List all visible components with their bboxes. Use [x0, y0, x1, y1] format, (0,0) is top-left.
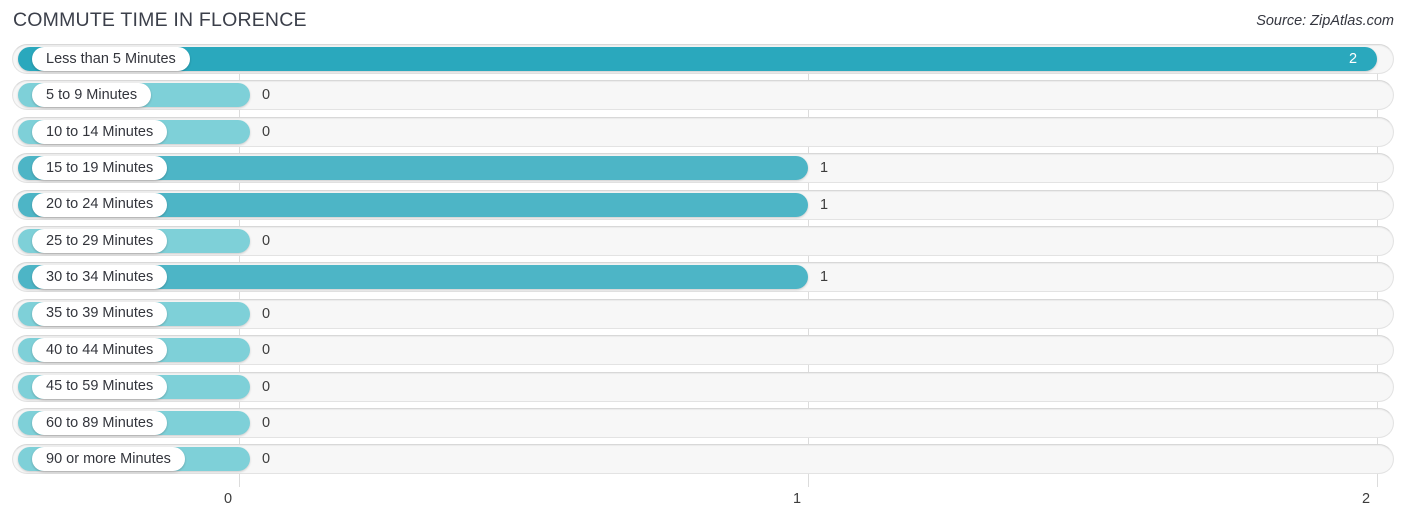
bar-label-pill: 45 to 59 Minutes	[32, 374, 168, 399]
bar-value-label: 0	[262, 305, 271, 322]
bar-row[interactable]: 40 to 44 Minutes 0	[0, 335, 1406, 366]
bar-label-text: 30 to 34 Minutes	[46, 269, 154, 286]
bar-label-text: 25 to 29 Minutes	[46, 232, 154, 249]
bar-row[interactable]: 20 to 24 Minutes 1	[0, 189, 1406, 220]
bar-label-text: 5 to 9 Minutes	[46, 87, 138, 104]
axis-tick-0: 0	[223, 491, 233, 507]
bar-row[interactable]: 30 to 34 Minutes 1	[0, 262, 1406, 293]
bar-row[interactable]: Less than 5 Minutes 2	[0, 44, 1406, 74]
bar-label-pill: 10 to 14 Minutes	[32, 119, 168, 144]
bar-row[interactable]: 45 to 59 Minutes 0	[0, 371, 1406, 402]
bar-label-pill: 90 or more Minutes	[32, 447, 185, 472]
bar-row[interactable]: 60 to 89 Minutes 0	[0, 407, 1406, 438]
plot-area: Less than 5 Minutes 2 5 to 9 Minutes 0 10 to…	[0, 44, 1406, 487]
bar-label-text: 90 or more Minutes	[46, 451, 171, 468]
bar-row[interactable]: 25 to 29 Minutes 0	[0, 225, 1406, 256]
bar-value-label: 1	[820, 269, 829, 286]
x-axis: 0 1 2	[0, 487, 1406, 522]
bar-label-pill: 15 to 19 Minutes	[32, 156, 168, 181]
bar-row[interactable]: 90 or more Minutes 0	[0, 444, 1406, 475]
bar-label-pill: 25 to 29 Minutes	[32, 228, 168, 253]
bar-label-text: 35 to 39 Minutes	[46, 305, 154, 322]
page-title: COMMUTE TIME IN FLORENCE	[13, 9, 307, 31]
bar-fill	[18, 47, 1377, 71]
bar-value-label: 0	[262, 414, 271, 431]
bar-value-label: 1	[820, 196, 829, 213]
bar-label-pill: 5 to 9 Minutes	[32, 83, 152, 108]
bar-label-pill: 35 to 39 Minutes	[32, 301, 168, 326]
bar-label-pill: 40 to 44 Minutes	[32, 338, 168, 363]
bar-label-text: 15 to 19 Minutes	[46, 159, 154, 176]
bar-value-label: 0	[262, 451, 271, 468]
bar-label-text: 20 to 24 Minutes	[46, 196, 154, 213]
bar-label-text: 60 to 89 Minutes	[46, 414, 154, 431]
bar-row[interactable]: 10 to 14 Minutes 0	[0, 116, 1406, 147]
bar-value-label: 0	[262, 378, 271, 395]
bar-value-label: 2	[1349, 51, 1358, 67]
bar-label-pill: 20 to 24 Minutes	[32, 192, 168, 217]
bar-row[interactable]: 15 to 19 Minutes 1	[0, 153, 1406, 184]
bar-label-text: 45 to 59 Minutes	[46, 378, 154, 395]
bar-value-label: 0	[262, 232, 271, 249]
bar-label-pill: 60 to 89 Minutes	[32, 410, 168, 435]
bar-row[interactable]: 5 to 9 Minutes 0	[0, 80, 1406, 111]
axis-tick-1: 1	[792, 491, 802, 507]
bar-label-pill: Less than 5 Minutes	[32, 47, 190, 71]
bar-label-pill: 30 to 34 Minutes	[32, 265, 168, 290]
commute-time-chart: COMMUTE TIME IN FLORENCE Source: ZipAtla…	[0, 0, 1406, 522]
bar-value-label: 1	[820, 160, 829, 177]
bar-value-label: 0	[262, 123, 271, 140]
bar-row[interactable]: 35 to 39 Minutes 0	[0, 298, 1406, 329]
bar-label-text: Less than 5 Minutes	[46, 50, 176, 67]
bar-value-label: 0	[262, 87, 271, 104]
bar-label-text: 40 to 44 Minutes	[46, 341, 154, 358]
bar-rows: Less than 5 Minutes 2 5 to 9 Minutes 0 10 to…	[0, 44, 1406, 481]
axis-tick-2: 2	[1361, 491, 1371, 507]
source-attribution: Source: ZipAtlas.com	[1256, 13, 1394, 29]
bar-label-text: 10 to 14 Minutes	[46, 123, 154, 140]
bar-value-label: 0	[262, 342, 271, 359]
